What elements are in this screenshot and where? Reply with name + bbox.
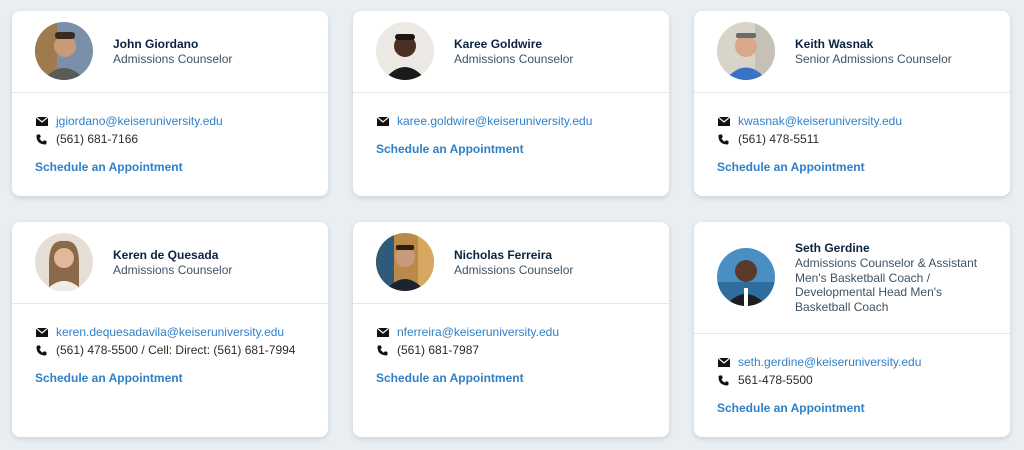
schedule-appointment-link[interactable]: Schedule an Appointment <box>35 370 328 386</box>
phone-icon <box>376 344 389 356</box>
card-header: Keren de Quesada Admissions Counselor <box>12 222 328 304</box>
email-link[interactable]: nferreira@keiseruniversity.edu <box>397 325 559 339</box>
card-body: karee.goldwire@keiseruniversity.edu Sche… <box>353 93 669 157</box>
phone-icon <box>717 374 730 386</box>
email-row: kwasnak@keiseruniversity.edu <box>717 112 1010 130</box>
schedule-appointment-link[interactable]: Schedule an Appointment <box>376 141 669 157</box>
avatar <box>35 22 93 80</box>
phone-number: 561-478-5500 <box>738 373 813 387</box>
envelope-icon <box>717 115 730 127</box>
card-header: Karee Goldwire Admissions Counselor <box>353 11 669 93</box>
counselor-card: Seth Gerdine Admissions Counselor & Assi… <box>694 222 1010 437</box>
card-header: Seth Gerdine Admissions Counselor & Assi… <box>694 222 1010 334</box>
counselor-role-line: Admissions Counselor & Assistant <box>795 256 978 270</box>
card-body: seth.gerdine@keiseruniversity.edu 561-47… <box>694 334 1010 416</box>
counselor-name: Karee Goldwire <box>454 37 543 51</box>
phone-row: 561-478-5500 <box>717 371 1010 389</box>
phone-number: (561) 478-5511 <box>738 132 820 146</box>
counselor-name: Keith Wasnak <box>795 37 874 51</box>
avatar <box>717 22 775 80</box>
phone-number: (561) 681-7166 <box>56 132 139 146</box>
phone-icon <box>35 133 48 145</box>
card-body: keren.dequesadavila@keiseruniversity.edu… <box>12 304 328 386</box>
card-header: Keith Wasnak Senior Admissions Counselor <box>694 11 1010 93</box>
phone-row: (561) 478-5500 / Cell: Direct: (561) 681… <box>35 341 328 359</box>
counselor-name: John Giordano <box>113 37 199 51</box>
email-row: karee.goldwire@keiseruniversity.edu <box>376 112 669 130</box>
phone-row: (561) 681-7166 <box>35 130 328 148</box>
email-row: jgiordano@keiseruniversity.edu <box>35 112 328 130</box>
email-link[interactable]: jgiordano@keiseruniversity.edu <box>56 114 223 128</box>
counselor-role: Admissions Counselor <box>454 52 574 66</box>
counselor-role-line: Developmental Head Men's <box>795 285 943 299</box>
phone-row: (561) 681-7987 <box>376 341 669 359</box>
counselor-role: Admissions Counselor <box>113 52 233 66</box>
phone-icon <box>717 133 730 145</box>
counselor-role-line: Basketball Coach <box>795 299 889 314</box>
email-link[interactable]: seth.gerdine@keiseruniversity.edu <box>738 355 921 369</box>
counselor-card: Karee Goldwire Admissions Counselor kare… <box>353 11 669 196</box>
schedule-appointment-link[interactable]: Schedule an Appointment <box>717 159 1010 175</box>
avatar <box>376 22 434 80</box>
counselor-name: Keren de Quesada <box>113 248 219 262</box>
card-body: jgiordano@keiseruniversity.edu (561) 681… <box>12 93 328 175</box>
counselor-role: Admissions Counselor <box>454 263 574 277</box>
card-body: kwasnak@keiseruniversity.edu (561) 478-5… <box>694 93 1010 175</box>
card-header: John Giordano Admissions Counselor <box>12 11 328 93</box>
counselor-name: Seth Gerdine <box>795 241 870 255</box>
card-header: Nicholas Ferreira Admissions Counselor <box>353 222 669 304</box>
email-row: seth.gerdine@keiseruniversity.edu <box>717 353 1010 371</box>
counselor-card: Keren de Quesada Admissions Counselor ke… <box>12 222 328 437</box>
counselor-card: Keith Wasnak Senior Admissions Counselor… <box>694 11 1010 196</box>
avatar <box>35 233 93 291</box>
email-row: keren.dequesadavila@keiseruniversity.edu <box>35 323 328 341</box>
email-link[interactable]: karee.goldwire@keiseruniversity.edu <box>397 114 592 128</box>
envelope-icon <box>376 115 389 127</box>
phone-number: (561) 478-5500 / Cell: Direct: (561) 681… <box>56 343 296 357</box>
email-link[interactable]: kwasnak@keiseruniversity.edu <box>738 114 902 128</box>
avatar <box>717 248 775 306</box>
phone-icon <box>35 344 48 356</box>
email-link[interactable]: keren.dequesadavila@keiseruniversity.edu <box>56 325 284 339</box>
counselor-card: Nicholas Ferreira Admissions Counselor n… <box>353 222 669 437</box>
schedule-appointment-link[interactable]: Schedule an Appointment <box>717 400 1010 416</box>
phone-row: (561) 478-5511 <box>717 130 1010 148</box>
envelope-icon <box>376 326 389 338</box>
schedule-appointment-link[interactable]: Schedule an Appointment <box>376 370 669 386</box>
counselor-role-line: Men's Basketball Coach / <box>795 270 931 285</box>
envelope-icon <box>35 115 48 127</box>
envelope-icon <box>35 326 48 338</box>
email-row: nferreira@keiseruniversity.edu <box>376 323 669 341</box>
avatar <box>376 233 434 291</box>
counselor-role: Senior Admissions Counselor <box>795 52 952 66</box>
schedule-appointment-link[interactable]: Schedule an Appointment <box>35 159 328 175</box>
counselor-name: Nicholas Ferreira <box>454 248 553 262</box>
card-body: nferreira@keiseruniversity.edu (561) 681… <box>353 304 669 386</box>
counselor-role: Admissions Counselor <box>113 263 233 277</box>
envelope-icon <box>717 356 730 368</box>
phone-number: (561) 681-7987 <box>397 343 480 357</box>
counselor-card: John Giordano Admissions Counselor jgior… <box>12 11 328 196</box>
